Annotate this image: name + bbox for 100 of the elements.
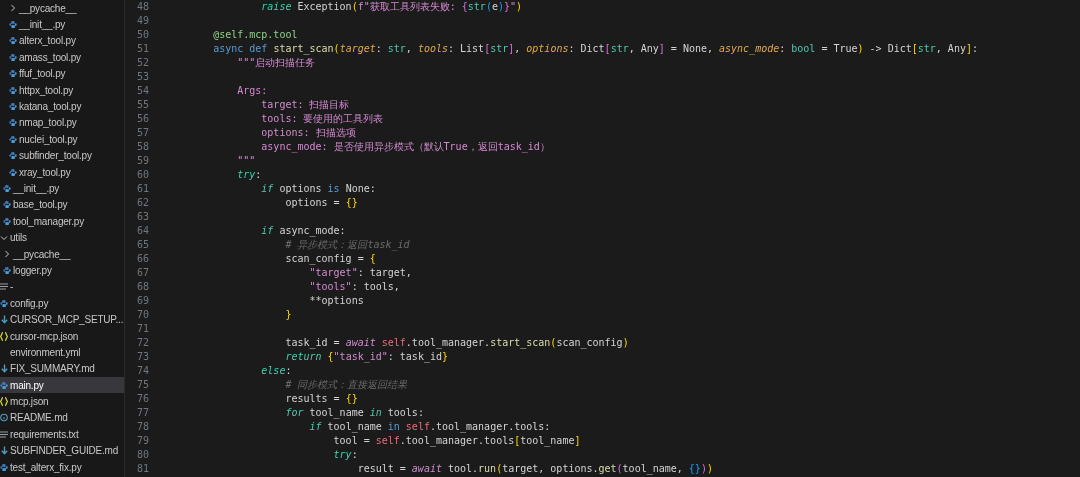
file-item[interactable]: tool_manager.py: [0, 213, 124, 230]
line-number: 54: [135, 84, 149, 98]
file-item[interactable]: main.py: [0, 377, 124, 394]
line-number: 70: [135, 308, 149, 322]
code-line: try:: [236, 168, 262, 182]
line-number: 66: [135, 252, 149, 266]
file-item[interactable]: environment.yml: [0, 344, 124, 361]
python-file-icon: [3, 265, 11, 275]
line-number: 52: [135, 56, 149, 70]
code-line: task_id = await self.tool_manager.start_scan(scan_config): [284, 336, 629, 350]
python-file-icon: [9, 20, 17, 30]
line-number: 56: [135, 112, 149, 126]
line-number: 49: [135, 14, 149, 28]
file-item[interactable]: httpx_tool.py: [0, 81, 124, 99]
python-file-icon: [0, 298, 8, 308]
python-file-icon: [9, 102, 17, 112]
file-item[interactable]: __init__.py: [0, 16, 124, 33]
code-line: # 同步模式：直接返回结果: [284, 378, 408, 392]
python-file-icon: [3, 184, 11, 193]
python-file-icon: [9, 118, 17, 128]
line-number: 73: [135, 350, 149, 364]
line-number: 75: [135, 378, 149, 392]
python-file-icon: [3, 216, 11, 226]
line-number: 53: [135, 70, 149, 84]
lines-icon: [0, 430, 8, 438]
file-item[interactable]: __init__.py: [0, 180, 124, 197]
line-number: 63: [135, 210, 149, 224]
code-line: **options: [308, 294, 364, 308]
file-item[interactable]: FIX_SUMMARY.md: [0, 360, 124, 377]
file-item[interactable]: SUBFINDER_GUIDE.md: [0, 442, 124, 459]
line-number: 81: [135, 462, 149, 476]
code-line: "tools": tools,: [308, 280, 400, 294]
line-number: 51: [135, 42, 149, 56]
python-file-icon: [0, 380, 8, 390]
code-line: target: 扫描目标: [260, 98, 350, 112]
python-file-icon: [9, 151, 17, 161]
file-item[interactable]: nuclei_tool.py: [0, 131, 124, 148]
python-file-icon: [3, 200, 11, 210]
folder-item[interactable]: __pycache__: [0, 245, 124, 263]
code-line: """: [236, 154, 256, 168]
file-item[interactable]: base_tool.py: [0, 196, 124, 214]
line-number: 76: [135, 392, 149, 406]
code-line: results = {}: [284, 392, 358, 406]
line-number: 65: [135, 238, 149, 252]
line-number: 68: [135, 280, 149, 294]
code-line: @self.mcp.tool: [212, 28, 298, 42]
line-number: 71: [135, 322, 149, 336]
braces-icon: [0, 397, 8, 407]
down-arrow-icon: [0, 364, 8, 374]
file-item[interactable]: README.md: [0, 409, 124, 427]
file-item[interactable]: requirements.txt: [0, 426, 124, 443]
code-line: try:: [332, 448, 358, 462]
file-item[interactable]: nmap_tool.py: [0, 114, 124, 132]
file-item[interactable]: logger.py: [0, 262, 124, 279]
line-number: 48: [135, 0, 149, 14]
down-arrow-icon: [0, 315, 8, 325]
file-item[interactable]: katana_tool.py: [0, 98, 124, 115]
line-number: 72: [135, 336, 149, 350]
file-item[interactable]: xray_tool.py: [0, 163, 124, 181]
python-file-icon: [9, 36, 17, 46]
code-line: else:: [260, 364, 292, 378]
python-file-icon: [0, 462, 8, 472]
code-line: if tool_name in self.tool_manager.tools:: [308, 420, 551, 434]
line-number: 78: [135, 420, 149, 434]
line-number: 80: [135, 448, 149, 462]
folder-item[interactable]: utils: [0, 229, 124, 246]
code-line: return {"task_id": task_id}: [284, 350, 448, 364]
file-item[interactable]: amass_tool.py: [0, 49, 124, 66]
file-item[interactable]: -: [0, 278, 124, 296]
code-line: for tool_name in tools:: [284, 406, 424, 420]
file-item[interactable]: ffuf_tool.py: [0, 65, 124, 82]
code-line: async def start_scan(target: str, tools: List[str], options: Dict[str, Any] = None, async_mode: bool = True) -> Dict[str, Any]:: [212, 42, 978, 56]
line-number: 64: [135, 224, 149, 238]
line-number: 79: [135, 434, 149, 448]
info-icon: [0, 413, 8, 423]
python-file-icon: [9, 69, 17, 79]
file-item[interactable]: subfinder_tool.py: [0, 147, 124, 164]
code-line: Args:: [236, 84, 268, 98]
file-item[interactable]: mcp.json: [0, 393, 124, 410]
line-number: 67: [135, 266, 149, 280]
code-line: options: 扫描选项: [260, 126, 356, 140]
line-number: 50: [135, 28, 149, 42]
file-item[interactable]: alterx_tool.py: [0, 32, 124, 50]
file-item[interactable]: config.py: [0, 295, 124, 312]
line-number: 61: [135, 182, 149, 196]
file-item[interactable]: cursor-mcp.json: [0, 327, 124, 345]
line-number: 74: [135, 364, 149, 378]
code-line: # 异步模式：返回task_id: [284, 238, 410, 252]
line-number: 58: [135, 140, 149, 154]
code-line: "target": target,: [308, 266, 412, 280]
code-line: """启动扫描任务: [236, 56, 316, 70]
code-line: scan_config = {: [284, 252, 376, 266]
file-item[interactable]: CURSOR_MCP_SETUP...: [0, 311, 124, 328]
code-line: tool = self.tool_manager.tools[tool_name]: [332, 434, 581, 448]
file-item[interactable]: test_alterx_fix.py: [0, 458, 124, 476]
folder-item[interactable]: __pycache__: [0, 0, 124, 17]
code-line: }: [284, 308, 292, 322]
code-line: options = {}: [284, 196, 358, 210]
line-number: 59: [135, 154, 149, 168]
line-number: 77: [135, 406, 149, 420]
